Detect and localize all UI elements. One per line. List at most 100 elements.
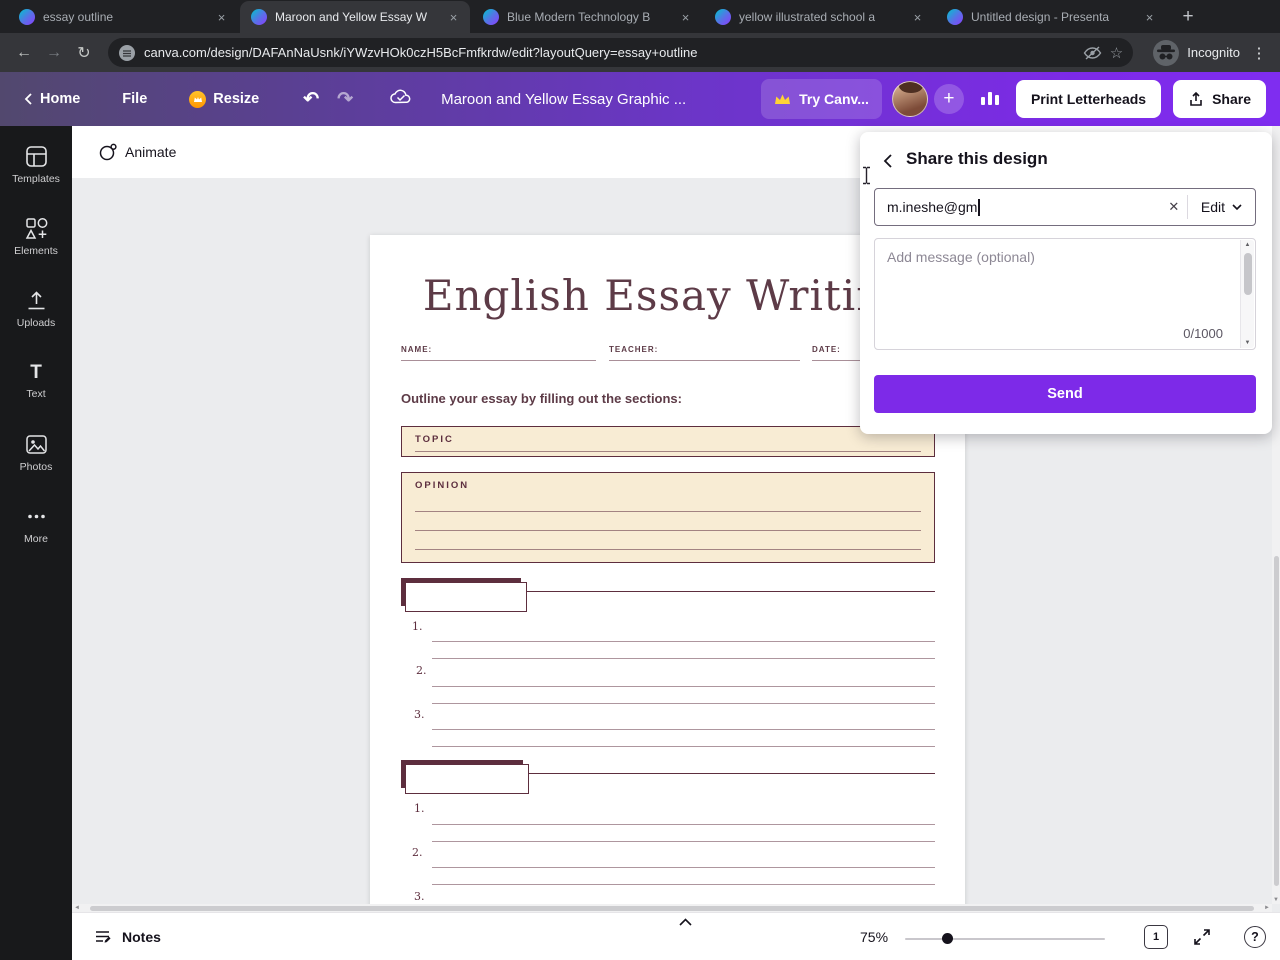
incognito-badge[interactable]: Incognito bbox=[1153, 39, 1240, 66]
ruled-line[interactable] bbox=[432, 686, 935, 687]
home-button[interactable]: Home bbox=[24, 91, 80, 107]
ruled-line[interactable] bbox=[432, 641, 935, 642]
proof-number: 2. bbox=[412, 846, 423, 859]
sidebar-item-more[interactable]: More bbox=[4, 502, 68, 548]
back-icon[interactable]: ← bbox=[10, 39, 38, 67]
sidebar-item-uploads[interactable]: Uploads bbox=[4, 286, 68, 332]
clear-email-icon[interactable]: ✕ bbox=[1161, 194, 1187, 220]
share-email-input[interactable]: m.ineshe@gm ✕ Edit bbox=[874, 188, 1256, 226]
scroll-down-icon[interactable]: ▼ bbox=[1272, 897, 1280, 903]
tab-title: essay outline bbox=[43, 10, 114, 24]
browser-tab-1[interactable]: essay outline × bbox=[8, 1, 238, 33]
browser-menu-icon[interactable]: ⋮ bbox=[1248, 44, 1270, 62]
ruled-line[interactable] bbox=[432, 703, 935, 704]
scrollbar-thumb[interactable] bbox=[1273, 556, 1279, 886]
zoom-slider-thumb[interactable] bbox=[942, 933, 953, 944]
browser-tab-3[interactable]: Blue Modern Technology B × bbox=[472, 1, 702, 33]
send-button[interactable]: Send bbox=[874, 375, 1256, 413]
print-letterheads-button[interactable]: Print Letterheads bbox=[1015, 80, 1162, 118]
scroll-right-icon[interactable]: ► bbox=[1264, 904, 1270, 912]
topic-label: TOPIC bbox=[415, 434, 454, 445]
text-icon: T bbox=[30, 362, 42, 383]
share-message-textarea[interactable]: Add message (optional) 0/1000 ▲ ▼ bbox=[874, 238, 1256, 350]
reload-icon[interactable]: ↻ bbox=[70, 39, 98, 67]
arguments-header[interactable]: ARGUMENTS bbox=[401, 578, 527, 612]
vertical-scrollbar[interactable]: ▼ bbox=[1272, 126, 1280, 904]
design-title[interactable]: Maroon and Yellow Essay Graphic ... bbox=[441, 91, 686, 108]
animate-button[interactable]: Animate bbox=[88, 136, 186, 168]
browser-tab-2-active[interactable]: Maroon and Yellow Essay W × bbox=[240, 1, 470, 33]
share-button[interactable]: Share bbox=[1173, 80, 1266, 118]
sidebar-item-templates[interactable]: Templates bbox=[4, 142, 68, 188]
browser-address-bar: ← → ↻ canva.com/design/DAFAnNaUsnk/iYWzv… bbox=[0, 33, 1280, 72]
scrollbar-thumb[interactable] bbox=[1244, 253, 1252, 295]
notes-button[interactable]: Notes bbox=[86, 921, 169, 953]
new-tab-button[interactable]: + bbox=[1174, 3, 1202, 31]
share-label: Share bbox=[1212, 91, 1251, 107]
site-security-icon[interactable] bbox=[118, 44, 136, 62]
tab-close-icon[interactable]: × bbox=[445, 9, 462, 26]
ruled-line[interactable] bbox=[432, 884, 935, 885]
teacher-field[interactable]: TEACHER: bbox=[609, 345, 800, 361]
fullscreen-button[interactable] bbox=[1190, 925, 1214, 949]
ruled-line[interactable] bbox=[432, 841, 935, 842]
add-member-button[interactable]: + bbox=[933, 84, 964, 114]
resize-label: Resize bbox=[213, 91, 260, 107]
share-back-button[interactable] bbox=[874, 147, 902, 175]
animate-icon bbox=[99, 143, 117, 160]
uploads-icon bbox=[28, 291, 44, 310]
browser-tab-5[interactable]: Untitled design - Presenta × bbox=[936, 1, 1166, 33]
tab-close-icon[interactable]: × bbox=[1141, 9, 1158, 26]
permission-edit-dropdown[interactable]: Edit bbox=[1188, 189, 1255, 225]
topic-box[interactable]: TOPIC bbox=[401, 426, 935, 457]
sidebar-item-elements[interactable]: Elements bbox=[4, 214, 68, 260]
sidebar-item-text[interactable]: T Text bbox=[4, 358, 68, 404]
ruled-line[interactable] bbox=[432, 658, 935, 659]
eye-slash-icon[interactable] bbox=[1083, 45, 1102, 60]
zoom-level: 75% bbox=[860, 929, 889, 945]
bookmark-star-icon[interactable]: ☆ bbox=[1110, 44, 1123, 62]
scroll-up-icon[interactable]: ▲ bbox=[1245, 241, 1251, 249]
scroll-left-icon[interactable]: ◄ bbox=[74, 904, 80, 912]
browser-tab-4[interactable]: yellow illustrated school a × bbox=[704, 1, 934, 33]
ruled-line bbox=[415, 511, 921, 512]
horizontal-scrollbar[interactable]: ◄ ► bbox=[72, 904, 1272, 912]
try-canva-label: Try Canv... bbox=[799, 91, 869, 107]
resize-button[interactable]: Resize bbox=[189, 90, 260, 108]
ruled-line[interactable] bbox=[432, 729, 935, 730]
tab-close-icon[interactable]: × bbox=[213, 9, 230, 26]
redo-button[interactable]: ↷ bbox=[337, 88, 353, 111]
screen: essay outline × Maroon and Yellow Essay … bbox=[0, 0, 1280, 960]
proof-number: 1. bbox=[414, 802, 425, 815]
scroll-down-icon[interactable]: ▼ bbox=[1245, 339, 1251, 347]
tab-title: Blue Modern Technology B bbox=[507, 10, 651, 24]
collapse-bottom-bar-button[interactable] bbox=[668, 913, 702, 931]
tab-close-icon[interactable]: × bbox=[677, 9, 694, 26]
proof-header[interactable]: PROOF bbox=[401, 760, 529, 794]
page-count-button[interactable]: 1 bbox=[1144, 925, 1168, 949]
user-avatar[interactable] bbox=[891, 81, 928, 117]
ruled-line[interactable] bbox=[432, 867, 935, 868]
scrollbar-thumb[interactable] bbox=[90, 905, 1254, 911]
zoom-slider-track[interactable] bbox=[905, 938, 1105, 940]
url-bar[interactable]: canva.com/design/DAFAnNaUsnk/iYWzvHOk0cz… bbox=[108, 38, 1134, 67]
browser-tab-bar: essay outline × Maroon and Yellow Essay … bbox=[0, 0, 1280, 33]
sidebar-item-photos[interactable]: Photos bbox=[4, 430, 68, 476]
notes-label: Notes bbox=[122, 929, 161, 945]
essay-intro-text[interactable]: Outline your essay by filling out the se… bbox=[401, 391, 682, 406]
text-cursor bbox=[861, 166, 872, 190]
name-field[interactable]: NAME: bbox=[401, 345, 596, 361]
forward-icon[interactable]: → bbox=[40, 39, 68, 67]
crown-icon bbox=[775, 94, 791, 104]
try-canva-pro-button[interactable]: Try Canv... bbox=[761, 79, 882, 119]
undo-button[interactable]: ↶ bbox=[303, 88, 319, 111]
help-button[interactable]: ? bbox=[1244, 926, 1266, 948]
share-upload-icon bbox=[1190, 91, 1202, 106]
ruled-line[interactable] bbox=[432, 824, 935, 825]
bottom-bar: Notes 75% 1 ? bbox=[72, 912, 1280, 960]
file-menu-button[interactable]: File bbox=[122, 91, 147, 107]
opinion-box[interactable]: OPINION bbox=[401, 472, 935, 563]
insights-chart-icon[interactable] bbox=[980, 88, 1000, 111]
ruled-line[interactable] bbox=[432, 746, 935, 747]
tab-close-icon[interactable]: × bbox=[909, 9, 926, 26]
